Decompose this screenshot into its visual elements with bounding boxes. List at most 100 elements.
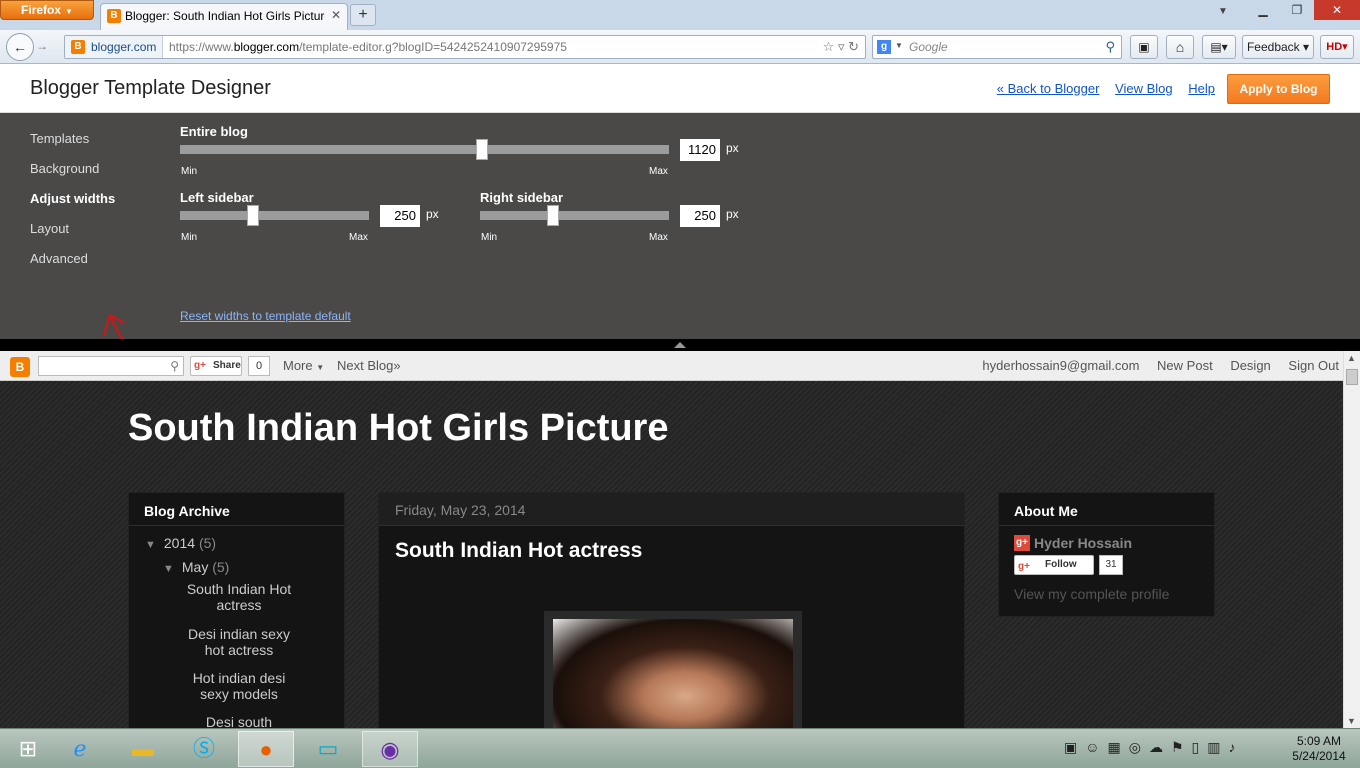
archive-month-may[interactable]: ▼ May (5) [163, 559, 229, 575]
design-link[interactable]: Design [1230, 358, 1270, 373]
apply-to-blog-button[interactable]: Apply to Blog [1227, 74, 1330, 104]
left-sidebar-label: Left sidebar [180, 190, 254, 205]
more-menu[interactable]: More ▼ [283, 358, 324, 373]
new-post-link[interactable]: New Post [1157, 358, 1213, 373]
bittorrent-icon[interactable]: ◉ [362, 731, 418, 767]
archive-post-link[interactable]: South Indian Hot actress [179, 581, 299, 613]
left-sidebar-width-input[interactable]: 250 [380, 205, 420, 227]
tray-app-icon[interactable]: ▣ [1064, 739, 1085, 755]
browser-tab[interactable]: B Blogger: South Indian Hot Girls Pictur… [100, 3, 348, 30]
firefox-menu-button[interactable]: Firefox ▼ [0, 0, 94, 20]
monitor-app-icon[interactable]: ▭ [300, 731, 356, 767]
home-button[interactable]: ⌂ [1166, 35, 1194, 59]
follow-button[interactable]: g+ Follow [1014, 555, 1094, 575]
tray-flag-icon[interactable]: ⚑ [1171, 739, 1192, 755]
entire-blog-slider-handle[interactable] [475, 139, 488, 160]
blogger-favicon-icon: B [107, 9, 121, 23]
close-tab-icon[interactable]: ✕ [331, 8, 341, 22]
expand-triangle-icon[interactable]: ▼ [163, 563, 174, 575]
expand-triangle-icon[interactable]: ▼ [145, 539, 156, 551]
post-title[interactable]: South Indian Hot actress [395, 539, 642, 563]
back-button[interactable]: ← [6, 33, 34, 61]
address-bar[interactable]: B blogger.com https://www.blogger.com/te… [64, 35, 866, 59]
youtube-addon-button[interactable]: ▣ [1130, 35, 1158, 59]
close-window-icon[interactable]: ✕ [1314, 0, 1360, 20]
entire-blog-slider-track[interactable] [180, 145, 669, 154]
right-sidebar-min-label: Min [481, 232, 498, 243]
history-dropdown-icon[interactable]: ▿ [838, 39, 845, 54]
new-tab-button[interactable]: + [350, 4, 376, 26]
browser-titlebar: Firefox ▼ B Blogger: South Indian Hot Gir… [0, 0, 1360, 30]
blog-search-input[interactable]: ⚲ [38, 356, 184, 376]
restore-icon[interactable]: ❐ [1280, 0, 1314, 20]
blogger-logo-icon[interactable]: B [10, 357, 30, 377]
nav-item-advanced[interactable]: Advanced [30, 251, 88, 266]
network-icon[interactable]: ▥ [1207, 739, 1228, 755]
nav-item-background[interactable]: Background [30, 161, 99, 176]
scroll-down-icon[interactable]: ▼ [1347, 716, 1356, 726]
forward-button[interactable]: → [36, 39, 48, 53]
search-icon[interactable]: ⚲ [1105, 36, 1115, 58]
right-sidebar-slider-track[interactable] [480, 211, 669, 220]
firefox-icon[interactable]: ● [238, 731, 294, 767]
right-sidebar-unit: px [726, 207, 739, 221]
help-link[interactable]: Help [1188, 81, 1215, 96]
search-icon[interactable]: ⚲ [170, 359, 179, 373]
left-sidebar-slider-handle[interactable] [247, 205, 260, 226]
entire-blog-width-input[interactable]: 1120 [680, 139, 720, 161]
reload-icon[interactable]: ↻ [848, 39, 859, 54]
tray-people-icon[interactable]: ☺ [1085, 739, 1107, 755]
tab-list-icon[interactable]: ▼ [1218, 6, 1228, 17]
archive-post-link[interactable]: Hot indian desi sexy models [179, 670, 299, 702]
taskbar-clock[interactable]: 5:09 AM 5/24/2014 [1284, 734, 1354, 764]
blog-title[interactable]: South Indian Hot Girls Picture [128, 407, 668, 450]
extension-button[interactable]: ▤▾ [1202, 35, 1236, 59]
minimize-icon[interactable]: ▁ [1246, 0, 1280, 20]
view-blog-link[interactable]: View Blog [1115, 81, 1173, 96]
google-plus-icon: g+ [1014, 535, 1030, 551]
collapse-caret-icon[interactable] [674, 342, 686, 348]
nav-item-templates[interactable]: Templates [30, 131, 89, 146]
windows-start-icon[interactable]: ⊞ [0, 731, 56, 767]
internet-explorer-icon[interactable]: ℯ [52, 731, 108, 767]
bookmark-star-icon[interactable]: ☆ [823, 39, 835, 54]
url-text[interactable]: https://www.blogger.com/template-editor.… [169, 36, 567, 58]
search-bar[interactable]: g ▼ Google ⚲ [872, 35, 1122, 59]
left-sidebar-slider-track[interactable] [180, 211, 369, 220]
google-plus-share-button[interactable]: g+ Share [190, 356, 242, 376]
next-blog-link[interactable]: Next Blog» [337, 358, 401, 373]
tray-torrent-icon[interactable]: ◎ [1129, 739, 1149, 755]
post-image[interactable] [553, 619, 793, 728]
preview-scrollbar[interactable]: ▲ ▼ [1343, 351, 1360, 728]
right-sidebar-width-input[interactable]: 250 [680, 205, 720, 227]
chevron-down-icon[interactable]: ▼ [895, 41, 903, 50]
url-domain: blogger.com [233, 40, 300, 54]
google-engine-icon[interactable]: g [877, 40, 891, 54]
volume-icon[interactable]: ♪ [1229, 739, 1244, 755]
file-explorer-icon[interactable]: ▬ [115, 731, 171, 767]
nav-item-adjust-widths[interactable]: Adjust widths [30, 191, 115, 206]
tray-chat-icon[interactable]: ☁ [1149, 739, 1171, 755]
panel-divider[interactable] [0, 339, 1360, 351]
main-post: Friday, May 23, 2014 South Indian Hot ac… [378, 492, 965, 728]
skype-icon[interactable]: Ⓢ [176, 731, 232, 767]
profile-name-link[interactable]: g+ Hyder Hossain [1014, 535, 1132, 551]
archive-year-2014[interactable]: ▼ 2014 (5) [145, 535, 216, 551]
battery-icon[interactable]: ▯ [1192, 739, 1208, 755]
back-to-blogger-link[interactable]: « Back to Blogger [997, 81, 1100, 96]
archive-post-link[interactable]: Desi south [179, 714, 299, 728]
archive-post-link[interactable]: Desi indian sexy hot actress [179, 626, 299, 658]
scrollbar-thumb[interactable] [1346, 369, 1358, 385]
feedback-button[interactable]: Feedback ▾ [1242, 35, 1314, 59]
view-profile-link[interactable]: View my complete profile [1014, 586, 1169, 602]
reset-widths-link[interactable]: Reset widths to template default [180, 309, 351, 323]
hd-addon-button[interactable]: HD▾ [1320, 35, 1354, 59]
search-input[interactable]: Google [909, 36, 948, 58]
sign-out-link[interactable]: Sign Out [1288, 358, 1339, 373]
nav-item-layout[interactable]: Layout [30, 221, 69, 236]
site-identity-button[interactable]: B blogger.com [65, 36, 164, 58]
right-sidebar-slider-handle[interactable] [547, 205, 560, 226]
tray-network-app-icon[interactable]: ▦ [1108, 739, 1129, 755]
scroll-up-icon[interactable]: ▲ [1347, 353, 1356, 363]
archive-year-label: 2014 [163, 535, 196, 551]
